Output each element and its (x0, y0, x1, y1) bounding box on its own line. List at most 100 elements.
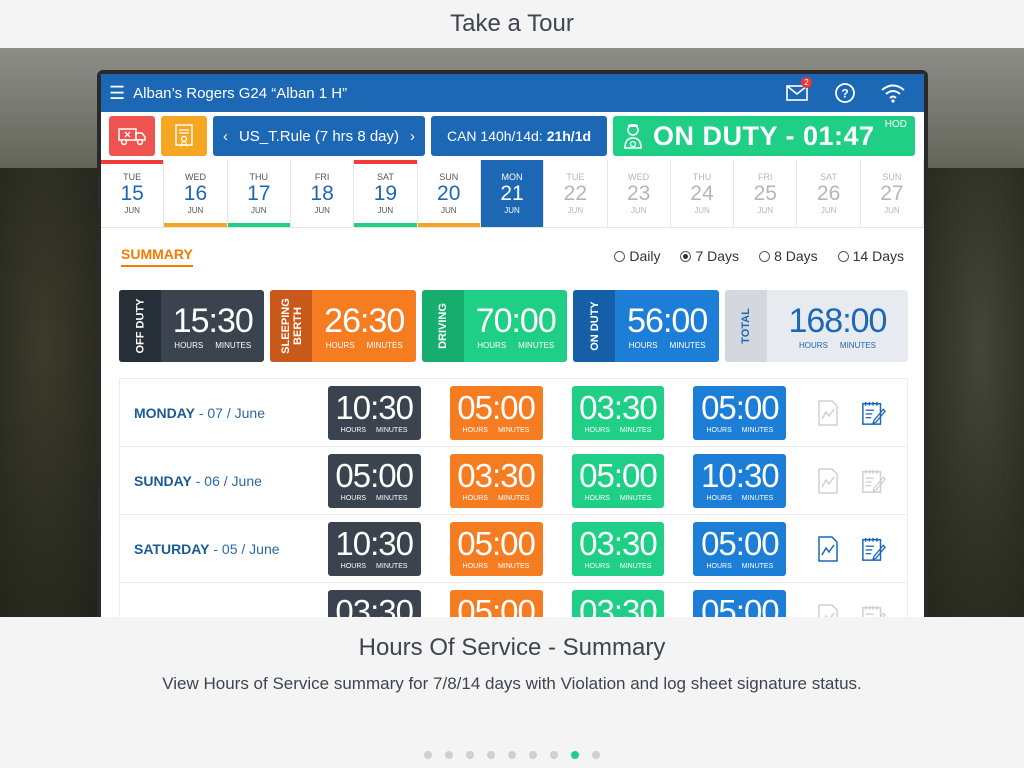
hours-value: 03:30 (579, 525, 658, 562)
minutes-label: MINUTES (619, 495, 652, 502)
range-label: 14 Days (852, 248, 904, 264)
range-option[interactable]: Daily (614, 248, 660, 264)
card-main: 15:30 HOURS MINUTES (161, 290, 264, 362)
day-number: 23 (626, 182, 651, 205)
graph-icon[interactable] (815, 466, 841, 496)
daily-table: MONDAY - 07 / June 10:30 HOURS MINUTES 05:00… (119, 378, 908, 617)
day-month: JUN (314, 206, 330, 215)
radio-dot[interactable] (759, 250, 771, 262)
page-dot[interactable] (424, 751, 432, 759)
range-selector: Daily 7 Days 8 Days 14 Days (614, 248, 904, 264)
hours-box-on: 05:00HOURS MINUTES (693, 521, 787, 576)
wifi-icon[interactable] (880, 81, 906, 105)
day-cell[interactable]: MON 21 JUN (480, 160, 545, 227)
certificate-button[interactable] (161, 116, 207, 156)
range-option[interactable]: 14 Days (837, 248, 904, 264)
hours-box-on: 05:00HOURS MINUTES (693, 385, 787, 440)
hours-value: 03:30 (579, 593, 658, 618)
hours-label: HOURS (340, 495, 367, 502)
day-number: 21 (500, 182, 524, 205)
table-row[interactable]: 03:30HOURSMINUTES 05:00HOURSMINUTES 03:30H… (120, 583, 907, 617)
page-dot[interactable] (592, 751, 600, 759)
range-option[interactable]: 8 Days (759, 248, 818, 264)
sign-log-icon[interactable] (861, 398, 887, 428)
background-photo: ☰ Alban’s Rogers G24 “Alban 1 H” 2 ? ‹ U… (0, 48, 1024, 617)
tour-footer: Hours Of Service - Summary View Hours of… (0, 617, 1024, 768)
card-side: OFF DUTY (119, 290, 161, 362)
day-cell[interactable]: WED 16 JUN (164, 160, 228, 227)
mail-badge: 2 (801, 77, 812, 88)
hours-label: HOURS (584, 495, 610, 502)
day-cell[interactable]: THU 17 JUN (227, 160, 291, 227)
mail-icon[interactable]: 2 (784, 77, 812, 105)
card-label: OFF DUTY (134, 298, 146, 354)
day-cell[interactable]: TUE 15 JUN (101, 160, 165, 227)
card-main: 26:30 HOURS MINUTES (312, 290, 415, 362)
day-cell[interactable]: SUN 20 JUN (417, 160, 481, 227)
graph-icon[interactable] (815, 398, 841, 428)
page-indicator (0, 751, 1024, 759)
day-cell[interactable]: THU 24 JUN (671, 160, 735, 227)
hours-box-off: 03:30HOURSMINUTES (327, 589, 421, 617)
duty-status-badge[interactable]: ON DUTY - 01:47 HOD (613, 116, 915, 156)
hours-box-sleep: 03:30 HOURS MINUTES (449, 453, 543, 508)
hours-label: HOURS (340, 427, 367, 434)
day-cell[interactable]: SUN 27 JUN (861, 160, 924, 227)
time-units: HOURS MINUTES (585, 495, 652, 502)
tour-heading: Hours Of Service - Summary (358, 634, 666, 661)
page-dot[interactable] (445, 751, 453, 759)
day-name: WED (628, 172, 650, 182)
table-row[interactable]: SATURDAY - 05 / June 10:30 HOURS MINUTES 05:… (120, 515, 907, 583)
hours-label: HOURS (706, 427, 732, 434)
table-row[interactable]: SUNDAY - 06 / June 05:00 HOURS MINUTES 03:30… (120, 447, 907, 515)
range-option[interactable]: 7 Days (680, 248, 739, 264)
hours-value: 10:30 (335, 389, 414, 426)
page-dot[interactable] (550, 751, 558, 759)
graph-icon[interactable] (815, 602, 841, 617)
page-dot[interactable] (571, 751, 579, 759)
page-dot[interactable] (508, 751, 516, 759)
graph-icon[interactable] (815, 534, 841, 564)
page-dot[interactable] (487, 751, 495, 759)
page-dot[interactable] (466, 751, 474, 759)
card-label: SLEEPING BERTH (279, 298, 304, 354)
violation-truck-button[interactable] (109, 116, 155, 156)
rule-selector[interactable]: ‹ US_T.Rule (7 hrs 8 day) › (213, 116, 425, 156)
day-cell[interactable]: WED 23 JUN (608, 160, 671, 227)
hours-label: HOURS (462, 427, 488, 434)
row-date-value: - 06 / June (191, 472, 262, 489)
chevron-left-icon[interactable]: ‹ (223, 128, 228, 145)
radio-dot[interactable] (837, 250, 849, 262)
day-cell[interactable]: FRI 25 JUN (734, 160, 798, 227)
summary-tab[interactable]: SUMMARY (121, 246, 193, 267)
hours-label: HOURS (174, 340, 204, 350)
day-name: THU (692, 172, 712, 182)
menu-icon[interactable]: ☰ (109, 83, 125, 104)
driver-name: Alban’s Rogers G24 “Alban 1 H” (133, 84, 348, 102)
can-value: 21h/1d (546, 128, 592, 144)
time-units: HOURS MINUTES (463, 427, 530, 434)
hours-label: HOURS (584, 427, 610, 434)
tour-title: Take a Tour (450, 10, 574, 37)
help-icon[interactable]: ? (832, 81, 858, 105)
sign-log-icon[interactable] (861, 534, 887, 564)
hours-box-drive: 03:30HOURSMINUTES (571, 589, 665, 618)
day-cell[interactable]: FRI 18 JUN (291, 160, 355, 227)
hours-value: 05:00 (335, 457, 414, 494)
day-cell[interactable]: SAT 26 JUN (797, 160, 861, 227)
chevron-right-icon[interactable]: › (410, 128, 415, 145)
status-stripe (164, 223, 227, 227)
sign-log-icon[interactable] (861, 466, 887, 496)
card-side: DRIVING (421, 290, 464, 362)
table-row[interactable]: MONDAY - 07 / June 10:30 HOURS MINUTES 05:00… (120, 379, 907, 447)
radio-dot[interactable] (680, 250, 692, 262)
day-number: 25 (753, 182, 777, 205)
can-cycle-badge: CAN 140h/14d: 21h/1d (431, 116, 607, 156)
radio-dot[interactable] (614, 250, 626, 262)
day-cell[interactable]: TUE 22 JUN (544, 160, 608, 227)
page-dot[interactable] (529, 751, 537, 759)
sign-log-icon[interactable] (861, 602, 887, 617)
day-month: JUN (884, 206, 900, 215)
range-label: Daily (629, 248, 661, 264)
day-cell[interactable]: SAT 19 JUN (354, 160, 418, 227)
